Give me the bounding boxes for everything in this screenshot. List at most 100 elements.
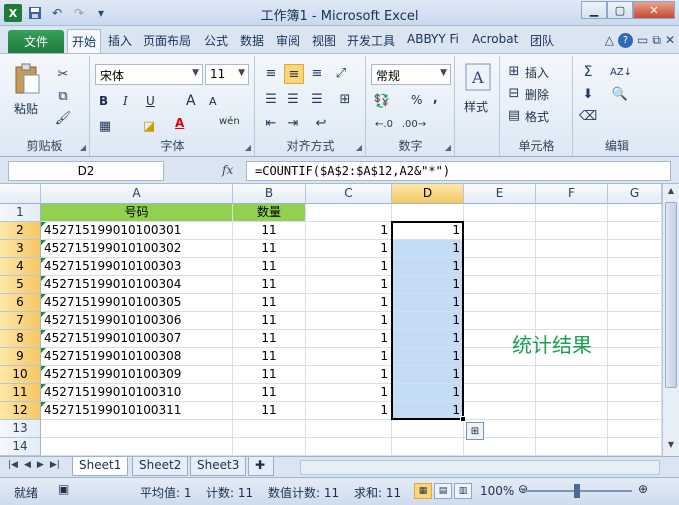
cell-c[interactable]: 1 (306, 384, 392, 402)
cell-f[interactable] (536, 240, 608, 258)
row-header[interactable]: 5 (0, 276, 41, 294)
row-header[interactable]: 3 (0, 240, 41, 258)
phonetic-button[interactable]: wén (219, 116, 240, 127)
insert-sheet-icon[interactable]: ✚ (248, 457, 274, 476)
tab-acrobat[interactable]: Acrobat (472, 32, 518, 46)
zoom-in-icon[interactable]: ⊕ (638, 482, 648, 496)
cell-g[interactable] (608, 258, 662, 276)
decrease-decimal-icon[interactable]: .00→ (402, 116, 426, 132)
cell-c[interactable] (306, 438, 392, 456)
cell-d[interactable]: 1 (392, 294, 464, 312)
row-header[interactable]: 9 (0, 348, 41, 366)
cell-b[interactable]: 11 (233, 294, 306, 312)
cell-a[interactable]: 452715199010100310 (41, 384, 233, 402)
cell-f[interactable] (536, 276, 608, 294)
cell-a[interactable]: 452715199010100304 (41, 276, 233, 294)
cell-c[interactable]: 1 (306, 258, 392, 276)
formula-input[interactable]: =COUNTIF($A$2:$A$12,A2&"*") (246, 161, 671, 181)
tab-developer[interactable]: 开发工具 (347, 32, 395, 49)
cell-a[interactable]: 452715199010100307 (41, 330, 233, 348)
tab-formulas[interactable]: 公式 (204, 32, 228, 49)
cell-g[interactable] (608, 438, 662, 456)
delete-cells-button[interactable]: 删除 (525, 86, 549, 103)
cell-b[interactable]: 11 (233, 366, 306, 384)
italic-button[interactable]: I (123, 94, 128, 108)
cell-c[interactable]: 1 (306, 276, 392, 294)
increase-indent-icon[interactable]: ⇥ (284, 114, 302, 132)
column-header-c[interactable]: C (306, 184, 392, 204)
autosum-icon[interactable]: Σ (580, 64, 596, 80)
row-header[interactable]: 13 (0, 420, 41, 438)
decrease-indent-icon[interactable]: ⇤ (262, 114, 280, 132)
merge-center-icon[interactable]: ⊞ (336, 90, 354, 108)
cell-c[interactable]: 1 (306, 294, 392, 312)
align-right-icon[interactable]: ☰ (308, 90, 326, 108)
tab-page-layout[interactable]: 页面布局 (143, 32, 191, 49)
alignment-launcher-icon[interactable]: ◢ (356, 143, 362, 152)
cell-c[interactable] (306, 204, 392, 222)
cell-b[interactable]: 11 (233, 402, 306, 420)
cell-f[interactable] (536, 384, 608, 402)
cell-b[interactable]: 11 (233, 312, 306, 330)
tab-home[interactable]: 开始 (67, 29, 102, 53)
row-header[interactable]: 2 (0, 222, 41, 240)
cut-icon[interactable]: ✂ (55, 66, 71, 82)
cell-g[interactable] (608, 366, 662, 384)
row-header[interactable]: 7 (0, 312, 41, 330)
fill-color-icon[interactable]: ◪ (141, 118, 157, 134)
cell-d[interactable]: 1 (392, 240, 464, 258)
cell-c[interactable] (306, 420, 392, 438)
tab-abbyy[interactable]: ABBYY Fi (407, 32, 459, 46)
cell-b[interactable]: 11 (233, 240, 306, 258)
grow-font-button[interactable]: A (186, 93, 196, 109)
cell-b[interactable]: 11 (233, 222, 306, 240)
prev-sheet-icon[interactable]: ◀ (24, 460, 31, 470)
borders-icon[interactable]: ▦ (97, 118, 113, 134)
cell-g[interactable] (608, 240, 662, 258)
format-cells-button[interactable]: 格式 (525, 108, 549, 125)
cell-b[interactable]: 11 (233, 258, 306, 276)
cell-a[interactable] (41, 438, 233, 456)
zoom-level[interactable]: 100% (480, 484, 514, 498)
row-header[interactable]: 6 (0, 294, 41, 312)
close-button[interactable]: ✕ (633, 1, 675, 19)
cell-c[interactable]: 1 (306, 240, 392, 258)
page-layout-view-button[interactable]: ▤ (434, 483, 452, 499)
cell-d[interactable]: 1 (392, 276, 464, 294)
cell-c[interactable]: 1 (306, 222, 392, 240)
page-break-view-button[interactable]: ▥ (454, 483, 472, 499)
fill-icon[interactable]: ⬇ (580, 86, 596, 102)
cell-e[interactable] (464, 276, 536, 294)
cell-e[interactable] (464, 384, 536, 402)
cell-f[interactable] (536, 258, 608, 276)
cell-d[interactable]: 1 (392, 366, 464, 384)
find-select-icon[interactable]: 🔍 (610, 86, 630, 102)
sort-filter-icon[interactable]: AZ↓ (610, 64, 632, 80)
align-middle-icon[interactable]: ≡ (284, 64, 304, 84)
zoom-out-icon[interactable]: ⊖ (518, 482, 528, 496)
last-sheet-icon[interactable]: ▶| (50, 460, 60, 470)
row-header[interactable]: 4 (0, 258, 41, 276)
paste-icon[interactable] (12, 62, 42, 96)
row-header[interactable]: 14 (0, 438, 41, 456)
cell-g[interactable] (608, 384, 662, 402)
column-header-g[interactable]: G (608, 184, 662, 204)
cell-a[interactable]: 452715199010100302 (41, 240, 233, 258)
align-left-icon[interactable]: ☰ (262, 90, 280, 108)
tab-file[interactable]: 文件 (8, 30, 64, 53)
scroll-up-icon[interactable]: ▲ (665, 186, 677, 200)
bold-button[interactable]: B (99, 94, 108, 108)
sheet-tab-1[interactable]: Sheet1 (72, 457, 129, 476)
font-size-select[interactable]: 11 ▼ (205, 64, 249, 85)
column-header-a[interactable]: A (41, 184, 233, 204)
scroll-down-icon[interactable]: ▼ (665, 440, 677, 454)
percent-button[interactable]: % (411, 93, 422, 107)
cell-g[interactable] (608, 348, 662, 366)
cell-d[interactable]: 1 (392, 258, 464, 276)
window-minimize-icon[interactable]: ▭ (637, 33, 648, 48)
cell-g[interactable] (608, 402, 662, 420)
cell-f[interactable] (536, 366, 608, 384)
cell-b[interactable]: 11 (233, 384, 306, 402)
cell-g[interactable] (608, 420, 662, 438)
cell-a[interactable]: 452715199010100301 (41, 222, 233, 240)
